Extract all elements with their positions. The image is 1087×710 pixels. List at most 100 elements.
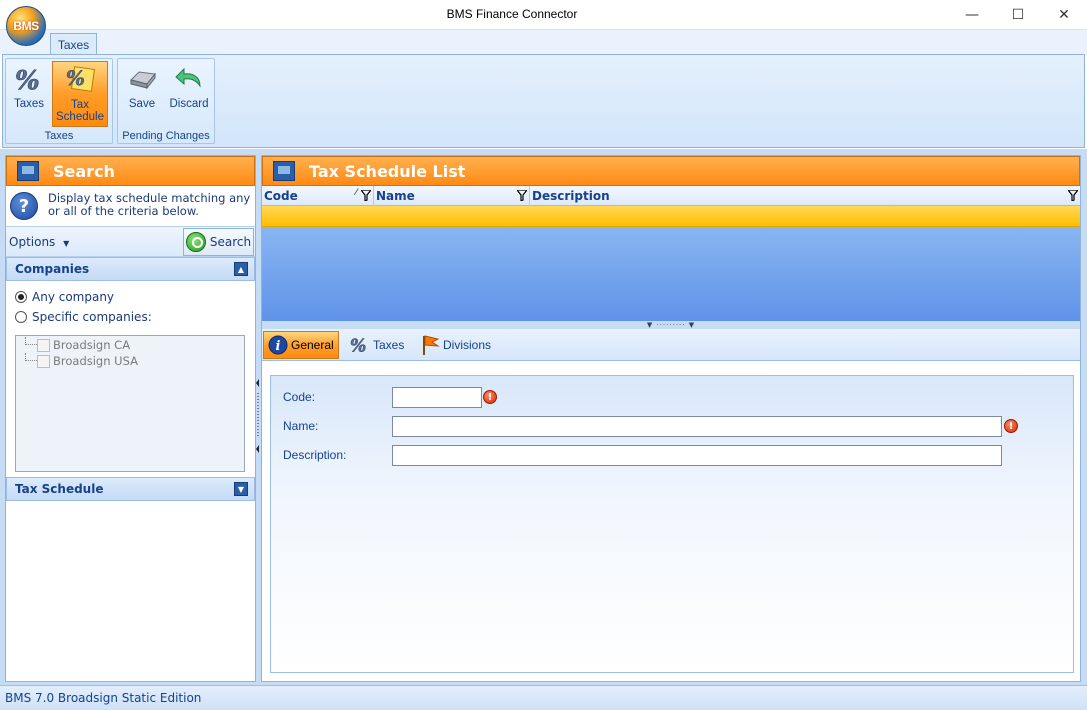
chevron-down-icon: ▼ — [63, 238, 70, 248]
ribbon: % Taxes % Tax Schedule Taxes Save Discar… — [2, 54, 1085, 148]
column-header-label: Description — [532, 189, 610, 203]
ribbon-group-label: Pending Changes — [122, 130, 210, 142]
checkbox[interactable] — [37, 338, 50, 352]
search-icon — [185, 231, 206, 252]
error-icon: ! — [483, 390, 497, 404]
search-panel: Search ? Display tax schedule matching a… — [5, 155, 256, 682]
companies-tree[interactable]: Broadsign CA Broadsign USA — [15, 335, 245, 472]
discard-button-label: Discard — [169, 98, 209, 110]
chevron-down-icon[interactable]: ▼ — [234, 482, 248, 496]
main-area: Search ? Display tax schedule matching a… — [0, 149, 1087, 685]
save-button[interactable]: Save — [122, 61, 162, 127]
discard-button[interactable]: Discard — [166, 61, 212, 127]
app-logo[interactable]: BMS — [6, 6, 46, 46]
help-icon: ? — [10, 192, 38, 220]
error-icon: ! — [1004, 419, 1018, 433]
tree-connector — [25, 353, 37, 361]
info-icon: i — [268, 335, 288, 355]
taxes-button-label: Taxes — [13, 98, 45, 110]
list-panel-title: Tax Schedule List — [309, 161, 466, 181]
column-header-label: Name — [376, 189, 415, 203]
title-bar: BMS Finance Connector — ☐ ✕ — [0, 0, 1087, 30]
radio-button[interactable] — [15, 291, 27, 303]
radio-any-company[interactable]: Any company — [6, 287, 255, 307]
tree-item[interactable]: Broadsign CA — [25, 337, 244, 353]
tree-item[interactable]: Broadsign USA — [25, 353, 244, 369]
svg-text:%: % — [350, 336, 366, 355]
ribbon-group-pending-changes: Save Discard Pending Changes — [117, 58, 215, 144]
search-info: ? Display tax schedule matching any or a… — [6, 186, 255, 226]
code-field[interactable] — [392, 387, 482, 408]
checkbox[interactable] — [37, 354, 50, 368]
svg-text:%: % — [15, 66, 40, 93]
panel-splitter[interactable] — [256, 379, 260, 453]
search-button[interactable]: Search — [183, 227, 254, 256]
minimize-button[interactable]: — — [949, 0, 995, 30]
tax-schedule-list-panel: Tax Schedule List Code ⁄ Name Descriptio… — [261, 155, 1081, 682]
ribbon-tab-strip: Taxes — [0, 30, 1087, 56]
svg-text:%: % — [66, 66, 85, 90]
sort-icon: ⁄ — [355, 188, 357, 198]
tax-schedule-button[interactable]: % Tax Schedule — [52, 61, 108, 127]
filter-icon[interactable] — [1068, 190, 1078, 201]
status-bar: BMS 7.0 Broadsign Static Edition — [0, 685, 1087, 710]
list-panel-header: Tax Schedule List — [262, 156, 1080, 186]
radio-label: Specific companies: — [32, 310, 152, 324]
ribbon-group-label: Taxes — [44, 130, 74, 142]
code-label: Code: — [283, 390, 316, 404]
detail-tabs: i General % Taxes Divisions — [262, 329, 1080, 361]
tax-schedule-button-label: Tax Schedule — [56, 99, 104, 123]
table-row-selected[interactable] — [262, 206, 1080, 227]
filter-icon[interactable] — [361, 190, 371, 201]
percent-icon: % — [350, 335, 370, 355]
ribbon-group-taxes: % Taxes % Tax Schedule Taxes — [5, 58, 113, 144]
companies-section-header[interactable]: Companies ▲ — [6, 257, 255, 281]
search-panel-title: Search — [53, 161, 115, 181]
description-field[interactable] — [392, 445, 1002, 466]
tab-taxes[interactable]: % Taxes — [346, 331, 408, 359]
tax-schedule-icon: % — [64, 64, 96, 96]
chevron-up-icon[interactable]: ▲ — [234, 262, 248, 276]
maximize-button[interactable]: ☐ — [995, 0, 1041, 30]
options-dropdown[interactable]: Options ▼ — [9, 235, 69, 249]
filter-icon[interactable] — [517, 190, 527, 201]
folder-icon — [17, 161, 39, 181]
general-form: Code: ! Name: ! Description: — [270, 375, 1074, 673]
search-info-text: Display tax schedule matching any or all… — [48, 191, 251, 218]
percent-icon: % — [13, 63, 45, 95]
undo-icon — [173, 63, 205, 95]
grid-header: Code ⁄ Name Description — [262, 186, 1080, 206]
column-header-name[interactable]: Name — [374, 186, 530, 206]
search-panel-header: Search — [6, 156, 255, 186]
radio-button[interactable] — [15, 311, 27, 323]
name-field[interactable] — [392, 416, 1002, 437]
radio-label: Any company — [32, 290, 115, 304]
detail-splitter[interactable]: ▼ ········· ▼ — [262, 321, 1080, 329]
ribbon-tab-taxes[interactable]: Taxes — [50, 33, 97, 56]
options-row: Options ▼ Search — [6, 226, 255, 257]
tree-connector — [25, 337, 37, 345]
grid-body[interactable] — [262, 227, 1080, 321]
column-header-code[interactable]: Code ⁄ — [262, 186, 374, 206]
tab-divisions[interactable]: Divisions — [416, 331, 495, 359]
window-title: BMS Finance Connector — [446, 7, 578, 21]
search-button-label: Search — [209, 234, 252, 249]
tree-item-label: Broadsign CA — [53, 338, 131, 352]
name-label: Name: — [283, 419, 319, 433]
svg-text:i: i — [276, 339, 281, 354]
description-label: Description: — [283, 448, 347, 462]
radio-specific-companies[interactable]: Specific companies: — [6, 307, 255, 327]
tab-label: Divisions — [443, 338, 492, 352]
close-button[interactable]: ✕ — [1041, 0, 1087, 30]
column-header-description[interactable]: Description — [530, 186, 1080, 206]
tax-schedule-section-header[interactable]: Tax Schedule ▼ — [6, 477, 255, 501]
save-icon — [126, 63, 158, 95]
companies-section-title: Companies — [15, 262, 90, 276]
tax-schedule-section-title: Tax Schedule — [15, 482, 104, 496]
app-logo-text: BMS — [13, 19, 39, 33]
tab-general[interactable]: i General — [263, 331, 339, 359]
taxes-button[interactable]: % Taxes — [8, 61, 50, 127]
flag-icon — [420, 335, 440, 355]
column-header-label: Code — [264, 189, 298, 203]
folder-icon — [273, 161, 295, 181]
